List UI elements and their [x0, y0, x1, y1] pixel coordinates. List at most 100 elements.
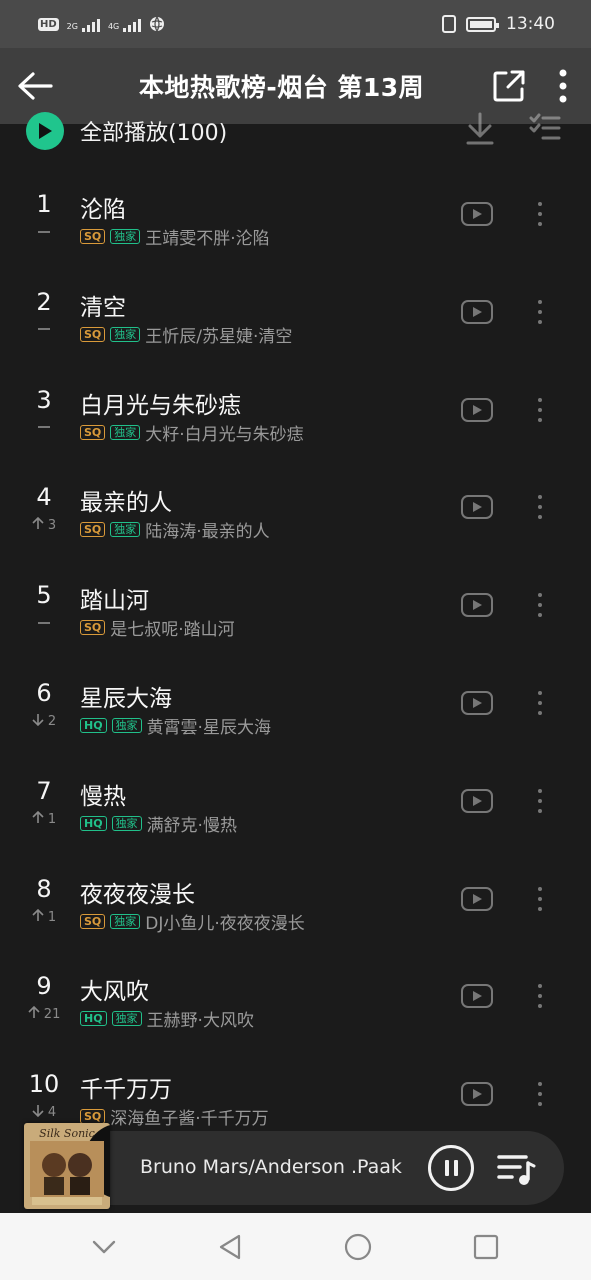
- song-more-button[interactable]: [530, 982, 550, 1010]
- exclusive-tag: 独家: [110, 424, 141, 440]
- song-title[interactable]: 踏山河: [80, 581, 149, 615]
- rank-trend: 2: [18, 713, 70, 729]
- artist-album: 王赫野·大风吹: [146, 1011, 254, 1032]
- song-list: 1 沦陷 SQ 独家 王靖雯不胖·沦陷 2 清空 SQ 独家 王忻辰/苏星婕·清…: [0, 160, 591, 1138]
- nav-recents-icon[interactable]: [473, 1234, 499, 1260]
- quality-tag: SQ: [80, 522, 106, 538]
- song-row[interactable]: 1 沦陷 SQ 独家 王靖雯不胖·沦陷: [0, 160, 591, 258]
- nav-back-icon[interactable]: [217, 1233, 243, 1261]
- mv-play-button[interactable]: [461, 593, 493, 618]
- song-row[interactable]: 4 3 最亲的人 SQ 独家 陆海涛·最亲的人: [0, 453, 591, 551]
- song-more-button[interactable]: [530, 689, 550, 717]
- rank-trend: 21: [18, 1006, 70, 1022]
- exclusive-tag: 独家: [110, 229, 141, 244]
- exclusive-tag: 独家: [110, 913, 141, 929]
- mv-play-button[interactable]: [461, 495, 493, 520]
- nav-home-icon[interactable]: [344, 1233, 372, 1261]
- pause-icon-bar-right: [453, 1160, 458, 1176]
- trend-unchanged: [38, 621, 50, 624]
- playlist-icon[interactable]: [496, 1151, 536, 1187]
- song-meta: SQ 独家 王靖雯不胖·沦陷: [80, 224, 270, 249]
- song-meta: HQ 独家 满舒克·慢热: [80, 811, 237, 836]
- song-title[interactable]: 夜夜夜漫长: [80, 875, 195, 909]
- multi-select-icon[interactable]: [529, 112, 561, 142]
- song-title[interactable]: 千千万万: [80, 1070, 172, 1104]
- song-title[interactable]: 星辰大海: [80, 679, 172, 713]
- mv-play-button[interactable]: [461, 1082, 493, 1107]
- mv-play-icon: [473, 991, 482, 1002]
- song-title[interactable]: 沦陷: [80, 190, 126, 224]
- quality-tag: SQ: [80, 229, 106, 244]
- song-more-button[interactable]: [530, 493, 550, 521]
- mv-play-button[interactable]: [461, 886, 493, 911]
- trend-unchanged: [38, 328, 50, 331]
- mv-play-button[interactable]: [461, 397, 493, 422]
- song-more-button[interactable]: [530, 298, 550, 326]
- song-meta: SQ 是七叔呢·踏山河: [80, 615, 235, 640]
- song-rank: 7: [36, 776, 52, 805]
- signal-icon-2: [123, 16, 142, 32]
- trend-up-icon: [32, 517, 44, 530]
- page-title: 本地热歌榜-烟台 第13周: [138, 73, 425, 102]
- album-art[interactable]: Silk Sonic: [24, 1123, 110, 1209]
- now-playing-bar[interactable]: Silk Sonic Bruno Mars/Anderson .Paak: [24, 1123, 564, 1209]
- rank-trend: [18, 420, 70, 435]
- song-rank: 2: [36, 287, 52, 316]
- song-title[interactable]: 最亲的人: [80, 483, 172, 517]
- pause-button[interactable]: [428, 1145, 474, 1191]
- pause-icon-bar-left: [444, 1160, 449, 1176]
- nav-down-icon[interactable]: [92, 1239, 116, 1255]
- mv-play-button[interactable]: [461, 984, 493, 1009]
- album-art-figures: [30, 1141, 104, 1205]
- mv-play-button[interactable]: [461, 788, 493, 813]
- trend-unchanged: [38, 426, 50, 429]
- song-row[interactable]: 2 清空 SQ 独家 王忻辰/苏星婕·清空: [0, 258, 591, 356]
- exclusive-tag: 独家: [111, 815, 142, 831]
- song-title[interactable]: 大风吹: [80, 972, 149, 1006]
- artist-album: DJ小鱼儿·夜夜夜漫长: [145, 913, 305, 934]
- song-row[interactable]: 3 白月光与朱砂痣 SQ 独家 大籽·白月光与朱砂痣: [0, 356, 591, 454]
- song-meta: SQ 独家 王忻辰/苏星婕·清空: [80, 322, 292, 347]
- song-more-button[interactable]: [530, 591, 550, 619]
- song-rank: 8: [36, 874, 52, 903]
- now-playing-title[interactable]: Bruno Mars/Anderson .Paak: [140, 1156, 402, 1178]
- trend-unchanged: [38, 230, 50, 233]
- song-title[interactable]: 慢热: [80, 777, 126, 811]
- mv-play-button[interactable]: [461, 202, 493, 226]
- artist-album: 陆海涛·最亲的人: [145, 522, 270, 543]
- exclusive-tag: 独家: [111, 1011, 142, 1027]
- song-more-button[interactable]: [530, 200, 550, 228]
- song-more-button[interactable]: [530, 1080, 550, 1108]
- download-icon[interactable]: [465, 112, 495, 146]
- song-row[interactable]: 9 21 大风吹 HQ 独家 王赫野·大风吹: [0, 942, 591, 1040]
- trend-up-icon: [28, 1006, 40, 1019]
- rank-trend: 1: [18, 810, 70, 827]
- trend-down-icon: [32, 1105, 44, 1118]
- song-more-button[interactable]: [530, 396, 550, 424]
- song-more-button[interactable]: [530, 885, 550, 913]
- battery-icon: [466, 16, 499, 32]
- song-rank: 6: [36, 678, 52, 707]
- song-row[interactable]: 5 踏山河 SQ 是七叔呢·踏山河: [0, 551, 591, 649]
- mv-play-icon: [473, 795, 482, 806]
- system-nav-bar: [0, 1213, 591, 1280]
- hd-badge: HD: [38, 17, 59, 31]
- play-all-tools: [465, 112, 561, 146]
- song-title[interactable]: 白月光与朱砂痣: [80, 386, 241, 420]
- play-icon: [39, 123, 52, 139]
- song-row[interactable]: 6 2 星辰大海 HQ 独家 黄霄雲·星辰大海: [0, 649, 591, 747]
- song-more-button[interactable]: [530, 787, 550, 815]
- back-arrow-icon: [18, 72, 53, 100]
- song-row[interactable]: 8 1 夜夜夜漫长 SQ 独家 DJ小鱼儿·夜夜夜漫长: [0, 845, 591, 943]
- song-row[interactable]: 7 1 慢热 HQ 独家 满舒克·慢热: [0, 747, 591, 845]
- mv-play-button[interactable]: [461, 690, 493, 715]
- mv-play-button[interactable]: [461, 299, 493, 324]
- artist-album: 深海鱼子酱·千千万万: [110, 1109, 269, 1130]
- trend-up-icon: [32, 908, 44, 921]
- play-all-label[interactable]: 全部播放(100): [80, 115, 227, 147]
- play-all-button[interactable]: [26, 112, 64, 150]
- song-meta: SQ 独家 大籽·白月光与朱砂痣: [80, 420, 304, 445]
- net-type-1: 2G: [66, 22, 78, 31]
- song-rank: 5: [36, 581, 52, 610]
- song-title[interactable]: 清空: [80, 288, 126, 322]
